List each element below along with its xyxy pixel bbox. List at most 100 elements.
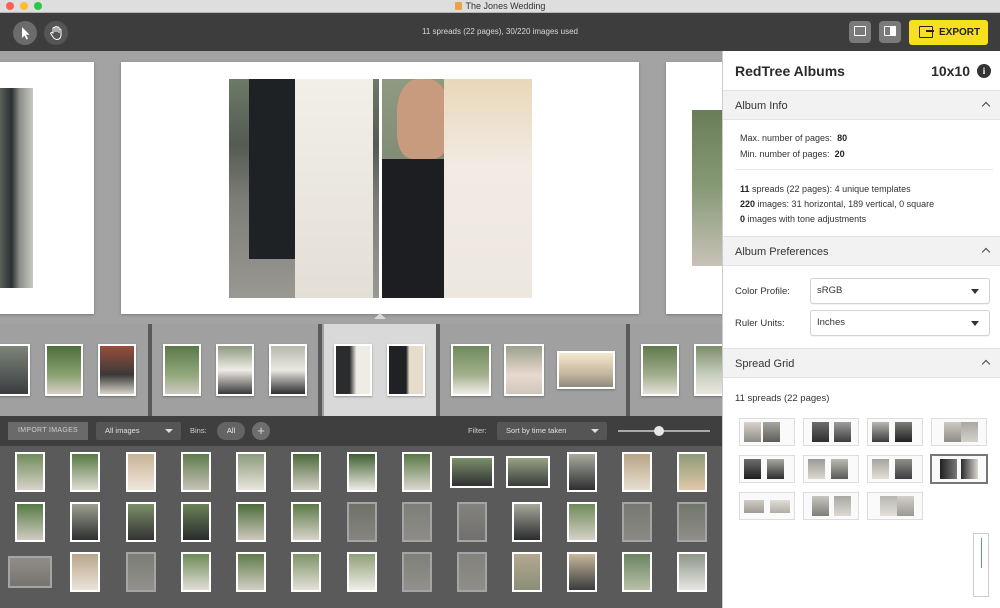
image-thumb[interactable] xyxy=(181,452,211,492)
tone-text: images with tone adjustments xyxy=(747,214,867,224)
chevron-up-icon xyxy=(981,247,991,257)
spread-photo[interactable] xyxy=(0,88,33,288)
image-thumb[interactable] xyxy=(347,552,377,592)
image-thumb[interactable] xyxy=(181,552,211,592)
image-thumb[interactable] xyxy=(677,552,707,592)
image-thumb-used[interactable] xyxy=(347,502,377,542)
spread-grid-thumb-selected[interactable] xyxy=(930,454,988,484)
images-text: images: 31 horizontal, 189 vertical, 0 s… xyxy=(757,199,935,209)
spread-grid-thumb[interactable] xyxy=(739,455,795,483)
image-thumb[interactable] xyxy=(70,552,100,592)
filmstrip-spread-thumb[interactable] xyxy=(269,344,307,396)
filmstrip-spread-thumb[interactable] xyxy=(387,344,425,396)
bin-all-pill[interactable]: All xyxy=(217,422,245,440)
image-thumb-used[interactable] xyxy=(677,502,707,542)
image-thumb[interactable] xyxy=(291,502,321,542)
image-thumb[interactable] xyxy=(126,452,156,492)
previous-spread-page[interactable] xyxy=(0,62,94,314)
couple-portrait-photo[interactable] xyxy=(382,79,532,298)
filmstrip-spread-thumb[interactable] xyxy=(504,344,544,396)
image-thumb[interactable] xyxy=(291,552,321,592)
image-bin-bar: IMPORT IMAGES All images Bins: All + Fil… xyxy=(0,416,722,446)
image-thumb-used[interactable] xyxy=(126,552,156,592)
image-thumb[interactable] xyxy=(622,452,652,492)
current-spread-page[interactable] xyxy=(121,62,639,314)
image-thumb[interactable] xyxy=(567,552,597,592)
image-thumb-used[interactable] xyxy=(402,552,432,592)
couple-holding-hands-photo[interactable] xyxy=(229,79,379,298)
filmstrip-spread-thumb[interactable] xyxy=(45,344,83,396)
spread-grid-thumb[interactable] xyxy=(739,418,795,446)
image-thumb[interactable] xyxy=(512,502,542,542)
image-thumb[interactable] xyxy=(402,452,432,492)
spread-grid-thumb[interactable] xyxy=(867,492,923,520)
image-thumb[interactable] xyxy=(450,456,494,488)
hand-tool-button[interactable] xyxy=(44,21,68,45)
panel-toggle-button[interactable] xyxy=(879,21,901,43)
spread-grid-thumb[interactable] xyxy=(803,455,859,483)
export-button[interactable]: EXPORT xyxy=(909,20,988,45)
image-thumb-used[interactable] xyxy=(8,556,52,588)
album-preferences-heading: Album Preferences xyxy=(735,246,829,258)
album-preferences-header[interactable]: Album Preferences xyxy=(723,236,1000,266)
spread-grid-thumb[interactable] xyxy=(867,455,923,483)
images-count: 220 xyxy=(740,199,756,209)
spread-photo[interactable] xyxy=(692,110,722,266)
image-thumb[interactable] xyxy=(512,552,542,592)
image-thumb[interactable] xyxy=(567,452,597,492)
image-thumb[interactable] xyxy=(567,502,597,542)
filmstrip-spread-thumb[interactable] xyxy=(334,344,372,396)
filmstrip-spread-thumb[interactable] xyxy=(451,344,491,396)
thumbnail-size-slider[interactable] xyxy=(618,426,710,436)
image-thumb[interactable] xyxy=(347,452,377,492)
filmstrip-spread-thumb[interactable] xyxy=(641,344,679,396)
image-thumb[interactable] xyxy=(677,452,707,492)
spread-canvas[interactable] xyxy=(0,51,736,324)
pointer-tool-button[interactable] xyxy=(13,21,37,45)
export-label: EXPORT xyxy=(939,27,981,38)
add-bin-button[interactable]: + xyxy=(252,422,270,440)
spread-grid-thumb[interactable] xyxy=(739,492,795,520)
image-thumb[interactable] xyxy=(236,452,266,492)
import-images-button[interactable]: IMPORT IMAGES xyxy=(8,422,88,440)
images-filter-select[interactable]: All images xyxy=(96,422,181,440)
spread-grid-header[interactable]: Spread Grid xyxy=(723,348,1000,378)
tone-count: 0 xyxy=(740,214,746,224)
sort-select[interactable]: Sort by time taken xyxy=(497,422,607,440)
filmstrip-spread-thumb[interactable] xyxy=(216,344,254,396)
chevron-up-icon xyxy=(981,359,991,369)
spread-grid-thumb[interactable] xyxy=(931,418,987,446)
filmstrip-spread-thumb[interactable] xyxy=(163,344,201,396)
single-page-view-button[interactable] xyxy=(849,21,871,43)
color-profile-label: Color Profile: xyxy=(735,286,790,297)
panel-scrollbar[interactable] xyxy=(973,533,989,597)
filmstrip-spread-thumb[interactable] xyxy=(0,344,30,396)
filmstrip-spread-thumb[interactable] xyxy=(557,351,615,389)
slider-knob[interactable] xyxy=(654,426,665,436)
image-thumb[interactable] xyxy=(70,502,100,542)
info-icon[interactable]: i xyxy=(977,64,991,78)
image-thumb[interactable] xyxy=(506,456,550,488)
image-thumb-used[interactable] xyxy=(402,502,432,542)
image-thumb-used[interactable] xyxy=(457,502,487,542)
album-info-header[interactable]: Album Info xyxy=(723,90,1000,120)
image-thumb[interactable] xyxy=(236,552,266,592)
color-profile-select[interactable]: sRGB xyxy=(810,278,990,304)
spread-grid-thumb[interactable] xyxy=(803,418,859,446)
image-thumb-used[interactable] xyxy=(457,552,487,592)
image-thumb[interactable] xyxy=(126,502,156,542)
album-size: 10x10 xyxy=(931,63,970,79)
spread-grid-thumb[interactable] xyxy=(803,492,859,520)
image-thumb[interactable] xyxy=(236,502,266,542)
filmstrip-spread-thumb[interactable] xyxy=(98,344,136,396)
ruler-units-select[interactable]: Inches xyxy=(810,310,990,336)
spread-grid-thumb[interactable] xyxy=(867,418,923,446)
min-pages-label: Min. number of pages: xyxy=(740,149,830,159)
image-thumb-used[interactable] xyxy=(622,502,652,542)
image-thumb[interactable] xyxy=(70,452,100,492)
image-thumb[interactable] xyxy=(15,452,45,492)
image-thumb[interactable] xyxy=(181,502,211,542)
image-thumb[interactable] xyxy=(15,502,45,542)
image-thumb[interactable] xyxy=(622,552,652,592)
image-thumb[interactable] xyxy=(291,452,321,492)
